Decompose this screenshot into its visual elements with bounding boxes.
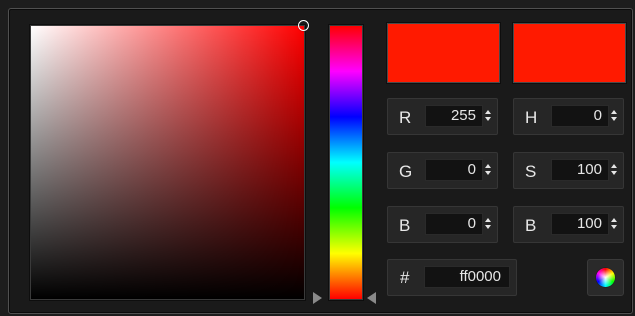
- hex-field: # ff0000: [387, 259, 517, 296]
- spinner-arrows-icon[interactable]: [485, 216, 493, 232]
- brightness-field: B 100: [513, 206, 624, 243]
- previous-color-swatch[interactable]: [513, 23, 626, 83]
- brightness-input[interactable]: 100: [551, 213, 609, 235]
- spinner-arrows-icon[interactable]: [611, 162, 619, 178]
- hue-field: H 0: [513, 98, 624, 135]
- green-label: G: [399, 162, 413, 181]
- spinner-arrows-icon[interactable]: [611, 216, 619, 232]
- saturation-field: S 100: [513, 152, 624, 189]
- spinner-arrows-icon[interactable]: [485, 162, 493, 178]
- green-field: G 0: [387, 152, 498, 189]
- saturation-label: S: [525, 162, 537, 181]
- color-wheel-icon: [596, 268, 615, 287]
- spinner-arrows-icon[interactable]: [485, 108, 493, 124]
- blue-field: B 0: [387, 206, 498, 243]
- circle-cursor-icon[interactable]: [298, 20, 309, 31]
- red-input[interactable]: 255: [425, 105, 483, 127]
- hex-label: #: [400, 268, 410, 287]
- color-wheel-button[interactable]: [587, 259, 624, 296]
- triangle-right-icon[interactable]: [313, 292, 322, 304]
- blue-label: B: [399, 216, 411, 235]
- hex-input[interactable]: ff0000: [424, 266, 510, 288]
- red-label: R: [399, 108, 412, 127]
- hue-slider[interactable]: [329, 25, 363, 300]
- blue-input[interactable]: 0: [425, 213, 483, 235]
- hue-input[interactable]: 0: [551, 105, 609, 127]
- saturation-brightness-field[interactable]: [30, 20, 309, 300]
- hue-label: H: [525, 108, 538, 127]
- current-color-swatch: [387, 23, 500, 83]
- triangle-left-icon[interactable]: [367, 292, 376, 304]
- green-input[interactable]: 0: [425, 159, 483, 181]
- saturation-input[interactable]: 100: [551, 159, 609, 181]
- brightness-label: B: [525, 216, 537, 235]
- spinner-arrows-icon[interactable]: [611, 108, 619, 124]
- red-field: R 255: [387, 98, 498, 135]
